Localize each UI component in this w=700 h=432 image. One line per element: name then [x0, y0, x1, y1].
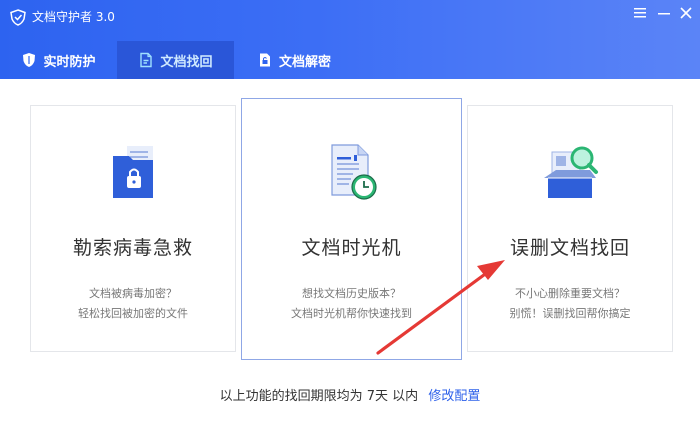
card-description-line-2: 文档时光机帮你快速找到 — [291, 307, 412, 320]
tab-label: 文档找回 — [160, 54, 213, 70]
card-description: 想找文档历史版本？ 文档时光机帮你快速找到 — [242, 284, 461, 324]
box-search-icon — [544, 146, 598, 198]
document-clock-icon — [330, 144, 377, 200]
footer-note: 以上功能的找回期限均为 7天 以内 修改配置 — [0, 385, 700, 404]
close-icon — [680, 7, 692, 19]
deleted-document-recovery-card[interactable]: 误删文档找回 不小心删除重要文档？ 别慌！误删找回帮你搞定 — [467, 105, 673, 352]
minimize-icon — [658, 13, 670, 15]
app-header: 文档守护者 3.0 实时防护 文档找回 文档解密 — [0, 0, 700, 79]
retention-period-text: 以上功能的找回期限均为 7天 以内 — [219, 389, 419, 404]
tab-document-decrypt[interactable]: 文档解密 — [234, 41, 354, 79]
title-bar[interactable]: 文档守护者 3.0 — [0, 0, 700, 34]
card-title: 文档时光机 — [301, 237, 402, 259]
ransomware-rescue-card[interactable]: 勒索病毒急救 文档被病毒加密？ 轻松找回被加密的文件 — [30, 105, 236, 352]
document-recover-icon — [140, 52, 153, 68]
app-logo-icon — [10, 9, 26, 26]
app-title: 文档守护者 3.0 — [32, 10, 115, 24]
card-description-line-2: 轻松找回被加密的文件 — [78, 307, 188, 320]
shield-icon — [23, 53, 36, 67]
tab-realtime-protection[interactable]: 实时防护 — [0, 41, 117, 79]
menu-icon — [634, 8, 646, 18]
minimize-button[interactable] — [656, 5, 672, 21]
tab-document-recover[interactable]: 文档找回 — [117, 41, 234, 79]
card-description-line-2: 别慌！误删找回帮你搞定 — [509, 307, 631, 320]
card-description-line-1: 不小心删除重要文档？ — [515, 287, 625, 300]
tab-label: 实时防护 — [43, 54, 96, 70]
card-description: 不小心删除重要文档？ 别慌！误删找回帮你搞定 — [468, 284, 672, 324]
menu-button[interactable] — [632, 5, 648, 21]
card-description-line-1: 文档被病毒加密？ — [89, 287, 177, 300]
locked-folder-icon — [113, 146, 153, 198]
document-time-machine-card[interactable]: 文档时光机 想找文档历史版本？ 文档时光机帮你快速找到 — [241, 98, 462, 360]
tab-label: 文档解密 — [278, 54, 331, 70]
card-description-line-1: 想找文档历史版本？ — [302, 287, 401, 300]
card-title: 误删文档找回 — [509, 237, 630, 259]
card-title: 勒索病毒急救 — [72, 237, 193, 259]
card-description: 文档被病毒加密？ 轻松找回被加密的文件 — [31, 284, 235, 324]
tab-bar: 实时防护 文档找回 文档解密 — [0, 41, 700, 79]
modify-settings-link[interactable]: 修改配置 — [428, 389, 480, 404]
close-button[interactable] — [678, 5, 694, 21]
unlock-icon — [259, 53, 270, 67]
